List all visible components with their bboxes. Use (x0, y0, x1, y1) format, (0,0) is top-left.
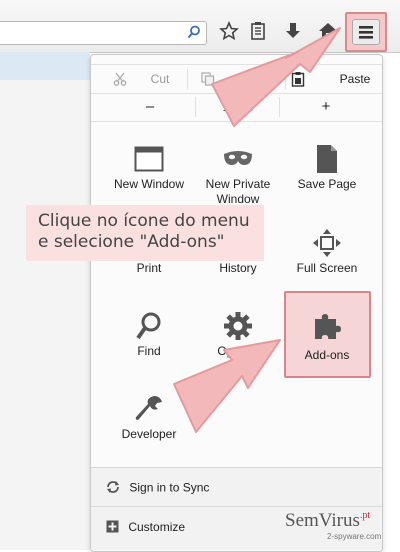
find-button[interactable]: Find (102, 308, 196, 359)
watermark-sub: 2-spyware.com (327, 532, 382, 541)
new-private-window-label: New Private Window (205, 177, 271, 206)
paste-button[interactable]: Paste (287, 65, 381, 93)
private-mask-icon (224, 151, 252, 165)
save-page-button[interactable]: Save Page (280, 141, 374, 192)
gear-icon (224, 312, 252, 340)
print-label: Print (136, 261, 162, 275)
hamburger-menu-button[interactable] (352, 19, 380, 45)
scissors-icon (113, 72, 127, 86)
reading-list-icon[interactable] (246, 21, 270, 45)
search-icon[interactable] (187, 25, 201, 44)
clipboard-icon (291, 72, 305, 87)
browser-toolbar (0, 0, 400, 53)
find-label: Find (137, 344, 161, 358)
magnifier-icon (136, 312, 161, 340)
page-background (0, 80, 90, 550)
tab-strip (0, 52, 90, 80)
developer-label: Developer (121, 427, 177, 441)
add-ons-button[interactable]: Add-ons (280, 308, 374, 362)
paste-label: Paste (339, 72, 371, 86)
watermark-brand: SemVirus (285, 510, 360, 531)
history-label: History (219, 261, 257, 275)
copy-button[interactable]: Copy (191, 65, 285, 93)
full-screen-label: Full Screen (296, 261, 358, 275)
customize-label: Customize (128, 520, 186, 535)
wrench-icon (135, 396, 162, 420)
copy-icon (201, 72, 215, 86)
edit-row: Cut Copy Paste (91, 64, 382, 94)
hamburger-menu-icon (359, 26, 373, 39)
new-window-button[interactable]: New Window (102, 141, 196, 192)
menu-panel: Cut Copy Paste – 100% + New Window New P… (90, 54, 383, 552)
full-screen-button[interactable]: Full Screen (280, 225, 374, 276)
new-window-label: New Window (113, 177, 185, 191)
developer-button[interactable]: Developer (102, 391, 196, 442)
home-icon[interactable] (316, 21, 340, 45)
puzzle-piece-icon (315, 314, 341, 339)
new-private-window-button[interactable]: New Private Window (191, 141, 285, 207)
cut-button[interactable]: Cut (105, 65, 175, 93)
address-bar[interactable] (0, 21, 207, 45)
options-label: Options (217, 344, 259, 358)
cut-label: Cut (150, 72, 170, 86)
new-window-icon (134, 146, 164, 172)
zoom-in-button[interactable]: + (281, 93, 371, 121)
instruction-callout: Clique no ícone do menu e selecione "Add… (26, 205, 264, 261)
zoom-reset-button[interactable]: 100% (197, 93, 279, 121)
sign-in-to-sync-label: Sign in to Sync (129, 480, 210, 495)
sign-in-to-sync-button[interactable]: Sign in to Sync (91, 467, 382, 506)
zoom-out-button[interactable]: – (105, 93, 195, 121)
copy-label: Copy (247, 72, 276, 86)
options-button[interactable]: Options (191, 308, 285, 359)
save-page-icon (317, 145, 337, 173)
watermark-tld: .pt (359, 510, 371, 521)
star-icon[interactable] (217, 21, 241, 45)
add-ons-label: Add-ons (304, 348, 350, 362)
watermark-logo: SemVirus.pt 2-spyware.com (285, 510, 381, 541)
sync-icon (106, 480, 120, 497)
download-icon[interactable] (281, 21, 305, 45)
full-screen-icon (313, 229, 341, 257)
customize-plus-icon (106, 520, 119, 536)
zoom-row: – 100% + (91, 93, 382, 122)
save-page-label: Save Page (297, 177, 357, 191)
